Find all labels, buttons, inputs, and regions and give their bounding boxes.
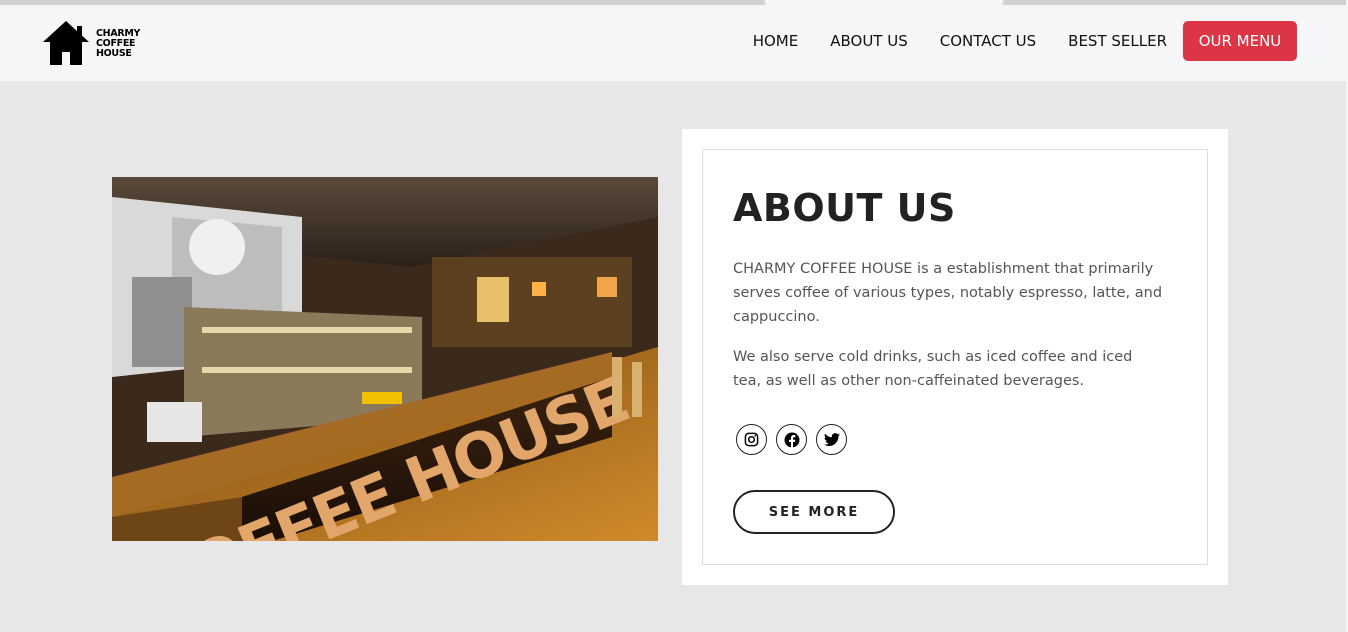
coffee-house-photo: COFFEE HOUSE bbox=[112, 177, 658, 541]
house-icon bbox=[43, 21, 89, 65]
main-nav: HOME ABOUT US CONTACT US BEST SELLER OUR… bbox=[753, 21, 1297, 61]
coffee-house-illustration: COFFEE HOUSE bbox=[112, 177, 658, 541]
about-title: ABOUT US bbox=[733, 186, 956, 230]
twitter-icon[interactable] bbox=[816, 424, 847, 455]
logo[interactable]: CHARMY COFFEE HOUSE bbox=[42, 20, 142, 66]
our-menu-button[interactable]: OUR MENU bbox=[1183, 21, 1297, 61]
about-card-inner: ABOUT US CHARMY COFFEE HOUSE is a establ… bbox=[702, 149, 1208, 565]
logo-text: CHARMY COFFEE HOUSE bbox=[96, 29, 140, 59]
facebook-icon[interactable] bbox=[776, 424, 807, 455]
navbar: CHARMY COFFEE HOUSE HOME ABOUT US CONTAC… bbox=[0, 5, 1346, 81]
nav-contact-us[interactable]: CONTACT US bbox=[940, 32, 1036, 50]
about-card: ABOUT US CHARMY COFFEE HOUSE is a establ… bbox=[682, 129, 1228, 585]
logo-line: HOUSE bbox=[96, 48, 132, 59]
nav-home[interactable]: HOME bbox=[753, 32, 799, 50]
nav-about-us[interactable]: ABOUT US bbox=[830, 32, 908, 50]
about-paragraph-2: We also serve cold drinks, such as iced … bbox=[733, 349, 1133, 389]
about-paragraph-1: CHARMY COFFEE HOUSE is a establishment t… bbox=[733, 261, 1163, 325]
nav-best-seller[interactable]: BEST SELLER bbox=[1068, 32, 1167, 50]
instagram-icon[interactable] bbox=[736, 424, 767, 455]
social-links bbox=[736, 424, 856, 455]
see-more-button[interactable]: SEE MORE bbox=[733, 490, 895, 534]
